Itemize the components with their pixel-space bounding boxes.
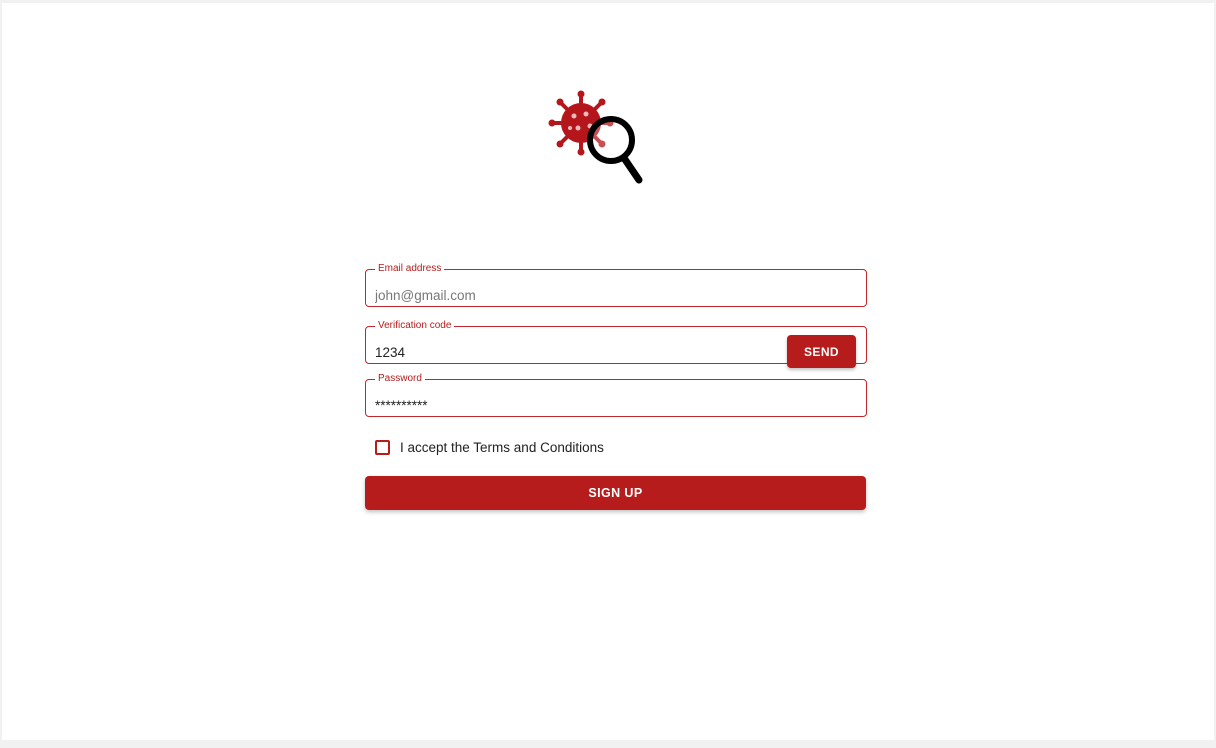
virus-search-icon <box>548 90 643 184</box>
signup-button[interactable]: SIGN UP <box>365 476 866 510</box>
terms-row: I accept the Terms and Conditions <box>375 437 867 457</box>
terms-label: I accept the Terms and Conditions <box>400 439 604 455</box>
terms-checkbox[interactable] <box>375 439 390 455</box>
signup-page: Email address Verification code SEND Pas… <box>2 3 1214 740</box>
password-label: Password <box>378 373 422 384</box>
email-label: Email address <box>378 263 442 274</box>
password-field-group: Password <box>365 374 867 417</box>
signup-form: Email address Verification code SEND Pas… <box>365 264 867 510</box>
password-input[interactable] <box>375 393 857 417</box>
verification-code-input[interactable] <box>375 340 774 364</box>
email-input[interactable] <box>375 283 857 307</box>
verification-label: Verification code <box>378 320 452 331</box>
send-code-button[interactable]: SEND <box>787 335 856 368</box>
email-field-group: Email address <box>365 264 867 307</box>
verification-field-group: Verification code SEND <box>365 320 867 368</box>
